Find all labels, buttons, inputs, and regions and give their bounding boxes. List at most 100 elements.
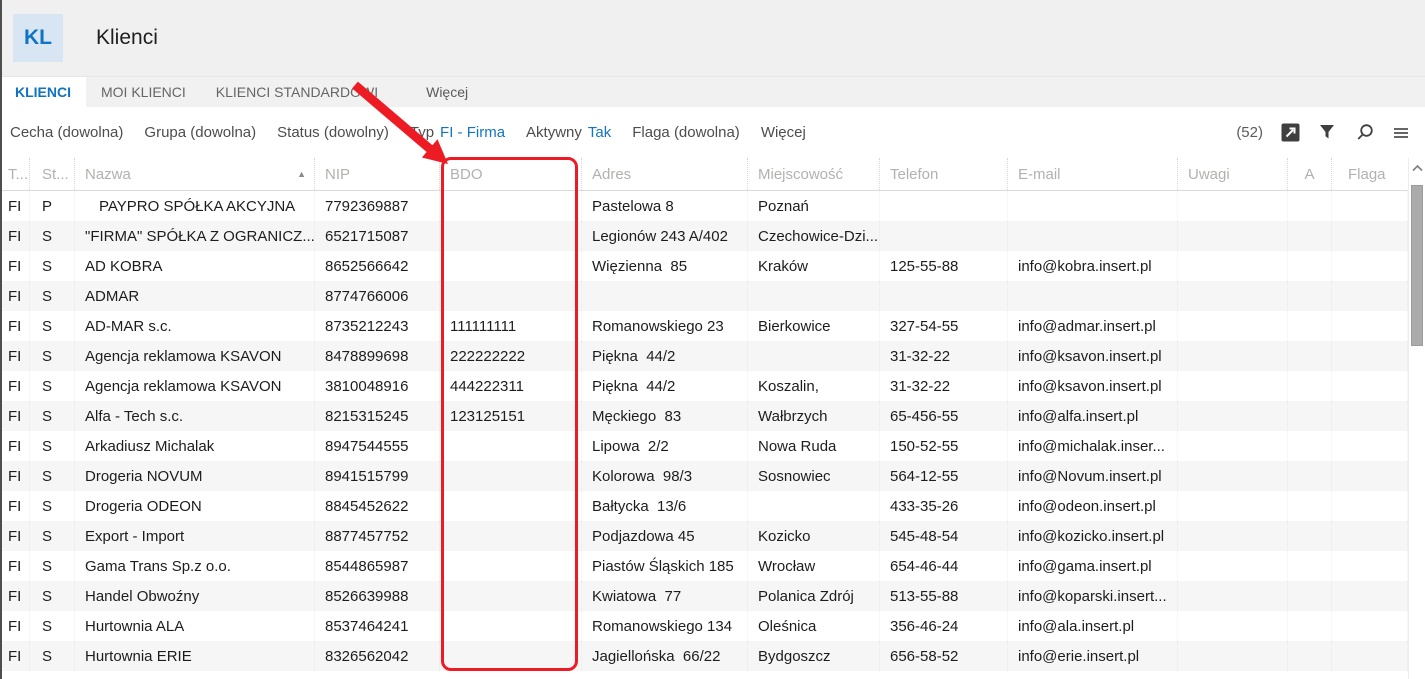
tab-klienci[interactable]: KLIENCI <box>0 77 86 107</box>
cell-miejscowosc: Poznań <box>748 191 880 221</box>
column-header-a[interactable]: A <box>1288 158 1332 190</box>
column-header-telefon[interactable]: Telefon <box>880 158 1008 190</box>
vertical-scrollbar[interactable] <box>1408 158 1425 679</box>
cell-telefon <box>880 281 1008 311</box>
cell-miejscowosc: Nowa Ruda <box>748 431 880 461</box>
cell-a <box>1288 551 1332 581</box>
cell-a <box>1288 611 1332 641</box>
table-row[interactable]: FI S Drogeria NOVUM 8941515799 Kolorowa 98/3… <box>0 461 1408 491</box>
cell-typ: FI <box>0 281 30 311</box>
cell-nip: 3810048916 <box>315 371 440 401</box>
cell-adres: Kolorowa 98/3 <box>582 461 748 491</box>
filter-label: Status (dowolny) <box>277 124 389 141</box>
cell-a <box>1288 431 1332 461</box>
cell-flaga <box>1332 221 1408 251</box>
filter-status-dowolny-[interactable]: Status (dowolny) <box>277 124 389 141</box>
cell-nip: 8652566642 <box>315 251 440 281</box>
table-row[interactable]: FI S Handel Obwoźny 8526639988 Kwiatowa 77 Po… <box>0 581 1408 611</box>
column-header-label: E-mail <box>1018 165 1061 183</box>
cell-a <box>1288 281 1332 311</box>
column-header-adres[interactable]: Adres <box>582 158 748 190</box>
cell-email <box>1008 281 1178 311</box>
filter-grupa-dowolna-[interactable]: Grupa (dowolna) <box>144 124 256 141</box>
cell-bdo <box>440 551 582 581</box>
column-header-label: Adres <box>592 165 632 183</box>
cell-flaga <box>1332 371 1408 401</box>
filter-icon[interactable] <box>1317 123 1337 143</box>
cell-nip: 8877457752 <box>315 521 440 551</box>
table-row[interactable]: FI S ADMAR 8774766006 <box>0 281 1408 311</box>
table-row[interactable]: FI S Drogeria ODEON 8845452622 Bałtycka 13/6… <box>0 491 1408 521</box>
cell-typ: FI <box>0 491 30 521</box>
cell-telefon: 513-55-88 <box>880 581 1008 611</box>
cell-nazwa: Agencja reklamowa KSAVON <box>75 341 315 371</box>
cell-bdo <box>440 221 582 251</box>
table-row[interactable]: FI S Arkadiusz Michalak 8947544555 Lipowa 2/… <box>0 431 1408 461</box>
cell-bdo: 444222311 <box>440 371 582 401</box>
tab-klienci-standardowi[interactable]: KLIENCI STANDARDOWI <box>201 77 393 107</box>
cell-status: S <box>30 431 75 461</box>
table-row[interactable]: FI P PAYPRO SPÓŁKA AKCYJNA 7792369887 Pastel… <box>0 191 1408 221</box>
table-row[interactable]: FI S Hurtownia ERIE 8326562042 Jagiellońska … <box>0 641 1408 671</box>
cell-status: S <box>30 581 75 611</box>
table-row[interactable]: FI S AD-MAR s.c. 8735212243 111111111 Romanow… <box>0 311 1408 341</box>
table-row[interactable]: FI S Export - Import 8877457752 Podjazdowa 4… <box>0 521 1408 551</box>
cell-nip: 8774766006 <box>315 281 440 311</box>
table-row[interactable]: FI S "FIRMA" SPÓŁKA Z OGRANICZ... 652171508… <box>0 221 1408 251</box>
cell-typ: FI <box>0 461 30 491</box>
column-header-nip[interactable]: NIP <box>315 158 440 190</box>
table-row[interactable]: FI S Gama Trans Sp.z o.o. 8544865987 Piastów… <box>0 551 1408 581</box>
scroll-up-button[interactable] <box>1409 160 1425 176</box>
cell-status: S <box>30 221 75 251</box>
menu-icon[interactable] <box>1391 123 1411 143</box>
scrollbar-thumb[interactable] <box>1411 185 1423 346</box>
cell-miejscowosc: Bydgoszcz <box>748 641 880 671</box>
cell-nip: 8735212243 <box>315 311 440 341</box>
cell-bdo <box>440 251 582 281</box>
table-row[interactable]: FI S Agencja reklamowa KSAVON 3810048916 444… <box>0 371 1408 401</box>
column-header-uwagi[interactable]: Uwagi <box>1178 158 1288 190</box>
cell-bdo <box>440 281 582 311</box>
table-row[interactable]: FI S Agencja reklamowa KSAVON 8478899698 222… <box>0 341 1408 371</box>
cell-adres: Piękna 44/2 <box>582 371 748 401</box>
filter-wi-cej[interactable]: Więcej <box>761 124 806 141</box>
cell-flaga <box>1332 431 1408 461</box>
search-icon[interactable] <box>1354 123 1374 143</box>
cell-nazwa: Export - Import <box>75 521 315 551</box>
table-row[interactable]: FI S Hurtownia ALA 8537464241 Romanowskiego … <box>0 611 1408 641</box>
filter-aktywny[interactable]: Aktywny Tak <box>526 124 611 141</box>
cell-typ: FI <box>0 641 30 671</box>
filter-typ[interactable]: Typ FI - Firma <box>410 124 505 141</box>
filter-label: Więcej <box>760 124 806 141</box>
export-icon[interactable] <box>1280 123 1300 143</box>
column-header-nazwa[interactable]: Nazwa ▲ <box>75 158 315 190</box>
cell-a <box>1288 341 1332 371</box>
cell-typ: FI <box>0 551 30 581</box>
column-header-miejscowosc[interactable]: Miejscowość <box>748 158 880 190</box>
table-row[interactable]: FI S AD KOBRA 8652566642 Więzienna 85 Kraków 1… <box>0 251 1408 281</box>
column-header-flaga[interactable]: Flaga <box>1332 158 1408 190</box>
filter-value[interactable]: FI - Firma <box>440 124 505 141</box>
table-body: FI P PAYPRO SPÓŁKA AKCYJNA 7792369887 Pastel… <box>0 191 1408 671</box>
cell-nip: 8544865987 <box>315 551 440 581</box>
filter-cecha-dowolna-[interactable]: Cecha (dowolna) <box>10 124 123 141</box>
cell-nazwa: AD KOBRA <box>75 251 315 281</box>
column-header-email[interactable]: E-mail <box>1008 158 1178 190</box>
cell-adres <box>582 281 748 311</box>
cell-email: info@gama.insert.pl <box>1008 551 1178 581</box>
column-header-typ[interactable]: T... <box>0 158 30 190</box>
table-row[interactable]: FI S Alfa - Tech s.c. 8215315245 123125151 Mę… <box>0 401 1408 431</box>
column-header-bdo[interactable]: BDO <box>440 158 582 190</box>
cell-flaga <box>1332 611 1408 641</box>
filter-value[interactable]: Tak <box>588 124 611 141</box>
filter-bar: Cecha (dowolna) Grupa (dowolna) Status (do… <box>0 107 1425 158</box>
cell-nip: 8326562042 <box>315 641 440 671</box>
tab-moi-klienci[interactable]: MOI KLIENCI <box>86 77 201 107</box>
cell-telefon: 150-52-55 <box>880 431 1008 461</box>
cell-a <box>1288 251 1332 281</box>
column-header-status[interactable]: St... <box>30 158 75 190</box>
filter-flaga-dowolna-[interactable]: Flaga (dowolna) <box>632 124 740 141</box>
cell-a <box>1288 491 1332 521</box>
sort-ascending-icon: ▲ <box>297 169 306 179</box>
tab-wi-cej[interactable]: Więcej <box>411 77 483 107</box>
